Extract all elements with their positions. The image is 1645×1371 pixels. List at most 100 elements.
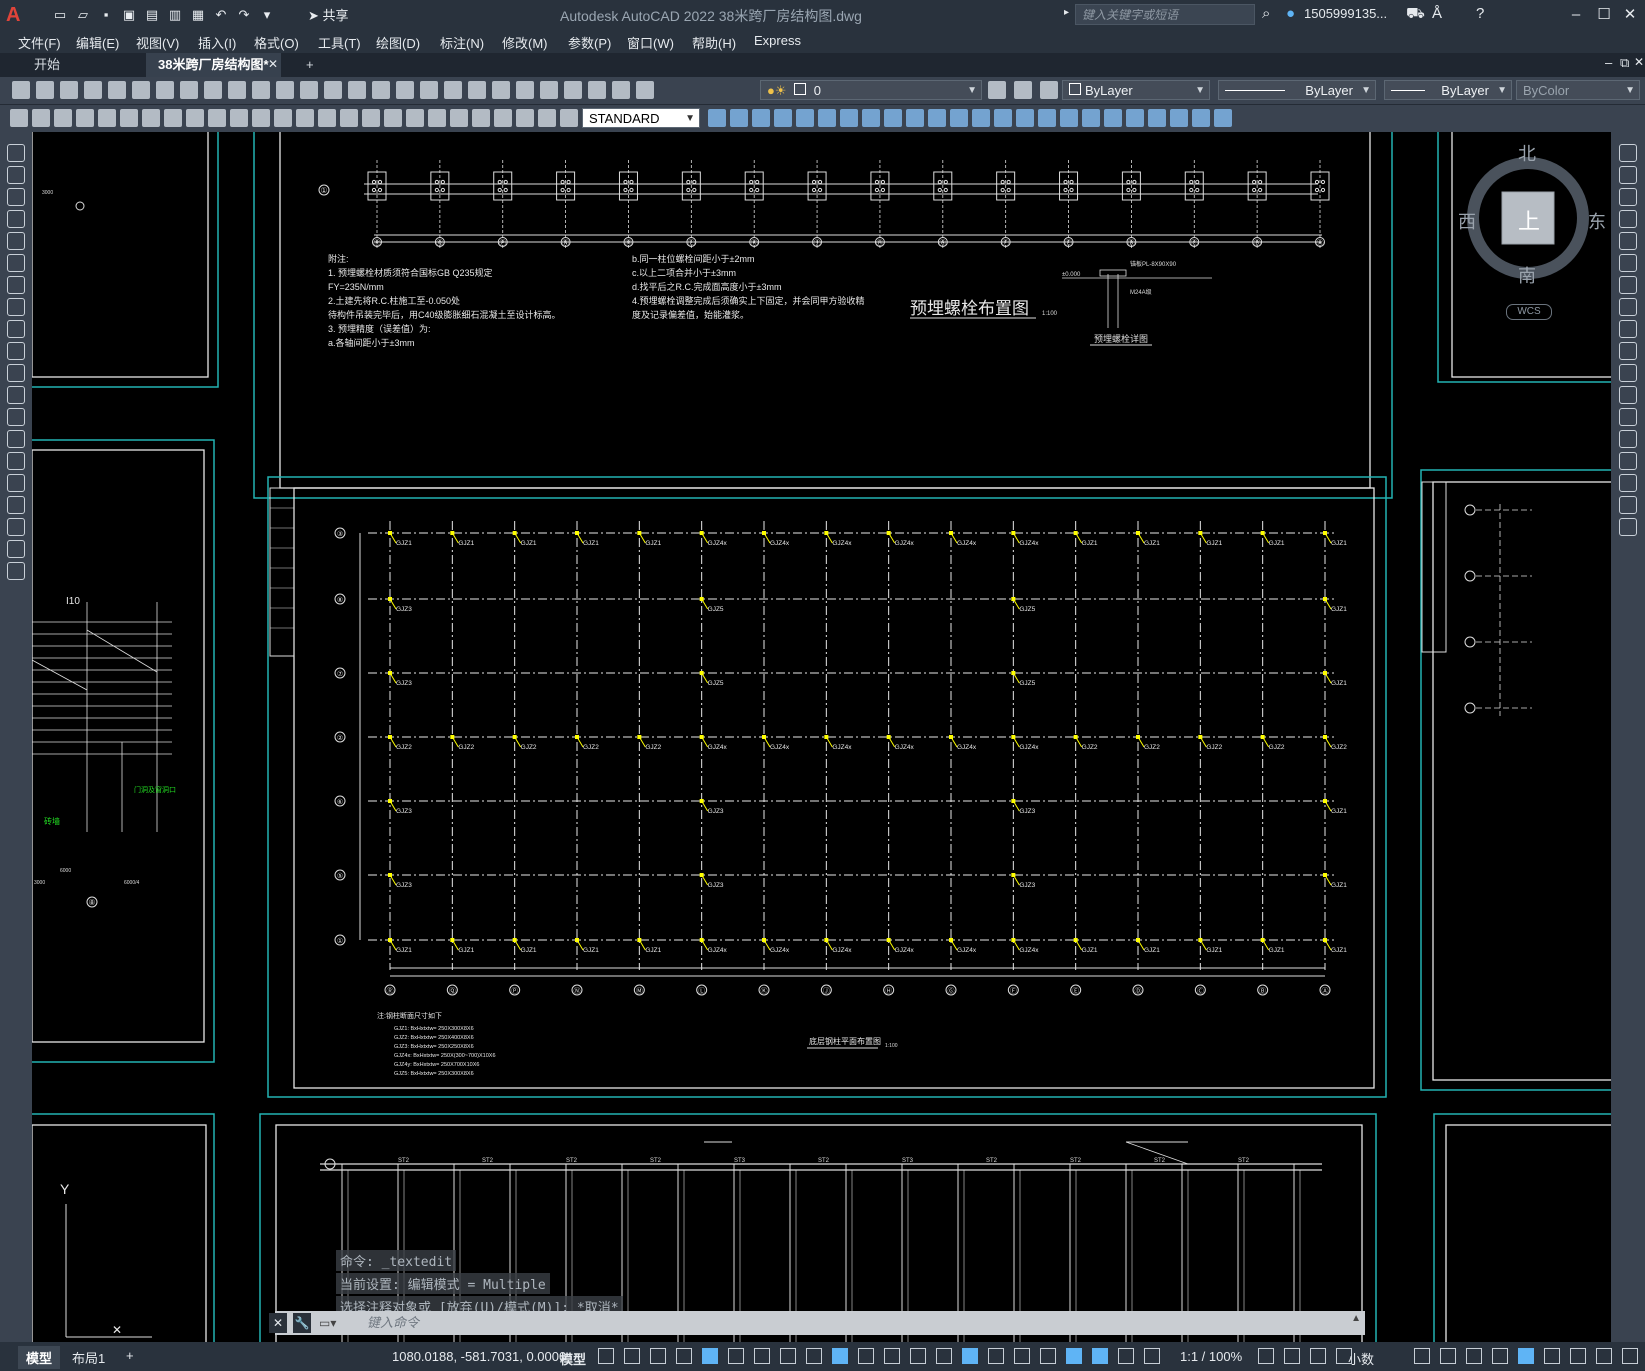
user-account[interactable]: 1505999135... — [1304, 6, 1387, 21]
modify-tool-icon-13[interactable] — [1619, 430, 1637, 448]
status-toggle-icon-12[interactable] — [910, 1348, 926, 1364]
status-toggle-icon-9[interactable] — [832, 1348, 848, 1364]
tb2-icons-tool-icon-22[interactable] — [494, 109, 512, 127]
autodesk-app-icon[interactable]: Å — [1432, 5, 1442, 22]
close-tab-icon[interactable]: ✕ — [268, 57, 278, 71]
tb2-icons-tool-icon-5[interactable] — [120, 109, 138, 127]
text-style-dropdown[interactable]: STANDARD ▼ — [582, 108, 700, 128]
file-tab-2[interactable]: + — [294, 53, 326, 77]
draw-tool-icon-19[interactable] — [7, 562, 25, 580]
tb2-icons-tool-icon-1[interactable] — [730, 109, 748, 127]
modify-tool-icon-12[interactable] — [1619, 408, 1637, 426]
status-toggle-icon-24[interactable] — [1310, 1348, 1326, 1364]
draw-tool-icon-17[interactable] — [7, 518, 25, 536]
draw-tool-icon-2[interactable] — [7, 188, 25, 206]
tb1-icons-tool-icon-9[interactable] — [228, 81, 246, 99]
layer-dropdown[interactable]: ●☀ 0 ▼ — [760, 80, 982, 100]
status-toggle-icon-33[interactable] — [1596, 1348, 1612, 1364]
menu-item-0[interactable]: 文件(F) — [18, 33, 61, 52]
modify-tool-icon-4[interactable] — [1619, 232, 1637, 250]
modify-tool-icon-1[interactable] — [1619, 166, 1637, 184]
save-icon[interactable]: ▪ — [96, 5, 116, 25]
tb2-icons-tool-icon-22[interactable] — [1192, 109, 1210, 127]
menu-item-11[interactable]: 帮助(H) — [692, 33, 736, 52]
tb1-icons-tool-icon-13[interactable] — [324, 81, 342, 99]
tb2-icons-tool-icon-23[interactable] — [516, 109, 534, 127]
viewcube-west[interactable]: 西 — [1458, 208, 1476, 234]
tb2-icons-tool-icon-7[interactable] — [164, 109, 182, 127]
draw-tool-icon-3[interactable] — [7, 210, 25, 228]
tb2-icons-tool-icon-13[interactable] — [994, 109, 1012, 127]
tb2-icons-tool-icon-19[interactable] — [1126, 109, 1144, 127]
menu-item-6[interactable]: 绘图(D) — [376, 33, 420, 52]
menu-item-12[interactable]: Express — [754, 33, 801, 48]
status-toggle-icon-28[interactable] — [1466, 1348, 1482, 1364]
tb1-icons-tool-icon-2[interactable] — [60, 81, 78, 99]
tb2-icons-tool-icon-21[interactable] — [1170, 109, 1188, 127]
minimize-button[interactable]: – — [1562, 3, 1590, 27]
web-open-icon[interactable]: ▤ — [142, 5, 162, 25]
modify-tool-icon-17[interactable] — [1619, 518, 1637, 536]
tb2-icons-tool-icon-2[interactable] — [752, 109, 770, 127]
save-as-icon[interactable]: ▣ — [119, 5, 139, 25]
status-toggle-icon-13[interactable] — [936, 1348, 952, 1364]
tb2-icons-tool-icon-12[interactable] — [274, 109, 292, 127]
tb1-icons-tool-icon-10[interactable] — [252, 81, 270, 99]
tb1-icons-tool-icon-0[interactable] — [12, 81, 30, 99]
draw-tool-icon-16[interactable] — [7, 496, 25, 514]
menu-item-10[interactable]: 窗口(W) — [627, 33, 674, 52]
tb2-icons-tool-icon-13[interactable] — [296, 109, 314, 127]
draw-tool-icon-13[interactable] — [7, 430, 25, 448]
tb2-icons-tool-icon-17[interactable] — [1082, 109, 1100, 127]
status-toggle-icon-2[interactable] — [650, 1348, 666, 1364]
color-dropdown[interactable]: ByLayer ▼ — [1062, 80, 1210, 100]
open-icon[interactable]: ▱ — [73, 5, 93, 25]
tb1-icons-tool-icon-0[interactable] — [988, 81, 1006, 99]
tb2-icons-tool-icon-25[interactable] — [560, 109, 578, 127]
command-history-toggle-icon[interactable]: ▲ — [1351, 1313, 1361, 1324]
tb1-icons-tool-icon-17[interactable] — [420, 81, 438, 99]
modify-tool-icon-6[interactable] — [1619, 276, 1637, 294]
viewcube-top-face[interactable]: 上 — [1518, 204, 1540, 236]
tb2-icons-tool-icon-23[interactable] — [1214, 109, 1232, 127]
status-toggle-icon-21[interactable] — [1144, 1348, 1160, 1364]
draw-tool-icon-5[interactable] — [7, 254, 25, 272]
status-toggle-icon-14[interactable] — [962, 1348, 978, 1364]
tb2-icons-tool-icon-14[interactable] — [318, 109, 336, 127]
modify-tool-icon-2[interactable] — [1619, 188, 1637, 206]
tb2-icons-tool-icon-8[interactable] — [884, 109, 902, 127]
status-toggle-icon-11[interactable] — [884, 1348, 900, 1364]
status-toggle-icon-34[interactable] — [1622, 1348, 1638, 1364]
tb2-icons-tool-icon-6[interactable] — [840, 109, 858, 127]
menu-item-4[interactable]: 格式(O) — [254, 33, 299, 52]
tb2-icons-tool-icon-21[interactable] — [472, 109, 490, 127]
status-toggle-icon-23[interactable] — [1284, 1348, 1300, 1364]
tb1-icons-tool-icon-20[interactable] — [492, 81, 510, 99]
tb2-icons-tool-icon-6[interactable] — [142, 109, 160, 127]
status-toggle-icon-19[interactable] — [1092, 1348, 1108, 1364]
search-input[interactable]: 键入关键字或短语 — [1075, 4, 1255, 25]
tb2-icons-tool-icon-14[interactable] — [1016, 109, 1034, 127]
autocad-logo-icon[interactable]: A — [6, 4, 28, 26]
tb2-icons-tool-icon-20[interactable] — [1148, 109, 1166, 127]
draw-tool-icon-9[interactable] — [7, 342, 25, 360]
tb1-icons-tool-icon-15[interactable] — [372, 81, 390, 99]
layout-tab-2[interactable]: + — [118, 1346, 142, 1365]
draw-tool-icon-1[interactable] — [7, 166, 25, 184]
tb1-icons-tool-icon-11[interactable] — [276, 81, 294, 99]
status-toggle-icon-20[interactable] — [1118, 1348, 1134, 1364]
tb2-icons-tool-icon-3[interactable] — [76, 109, 94, 127]
status-toggle-icon-16[interactable] — [1014, 1348, 1030, 1364]
modify-tool-icon-16[interactable] — [1619, 496, 1637, 514]
draw-tool-icon-14[interactable] — [7, 452, 25, 470]
units-dropdown[interactable]: 小数 — [1348, 1349, 1374, 1368]
tb2-icons-tool-icon-5[interactable] — [818, 109, 836, 127]
redo-icon[interactable]: ↷ — [234, 5, 254, 25]
drawing-canvas[interactable]: Ⓡ Ⓠ Ⓟ Ⓝ Ⓜ Ⓛ Ⓚ Ⓙ Ⓗ Ⓖ Ⓕ Ⓔ Ⓓ Ⓒ Ⓑ Ⓐ ① 附注: 1. 预埋螺栓材质须符合国标GB Q23… — [32, 132, 1611, 1342]
menu-item-3[interactable]: 插入(I) — [198, 33, 236, 52]
undo-icon[interactable]: ↶ — [211, 5, 231, 25]
doc-close-icon[interactable]: ✕ — [1634, 55, 1644, 69]
customize-command-icon[interactable]: 🔧 — [293, 1313, 311, 1333]
status-toggle-icon-31[interactable] — [1544, 1348, 1560, 1364]
command-input[interactable]: 键入命令 — [367, 1311, 419, 1335]
